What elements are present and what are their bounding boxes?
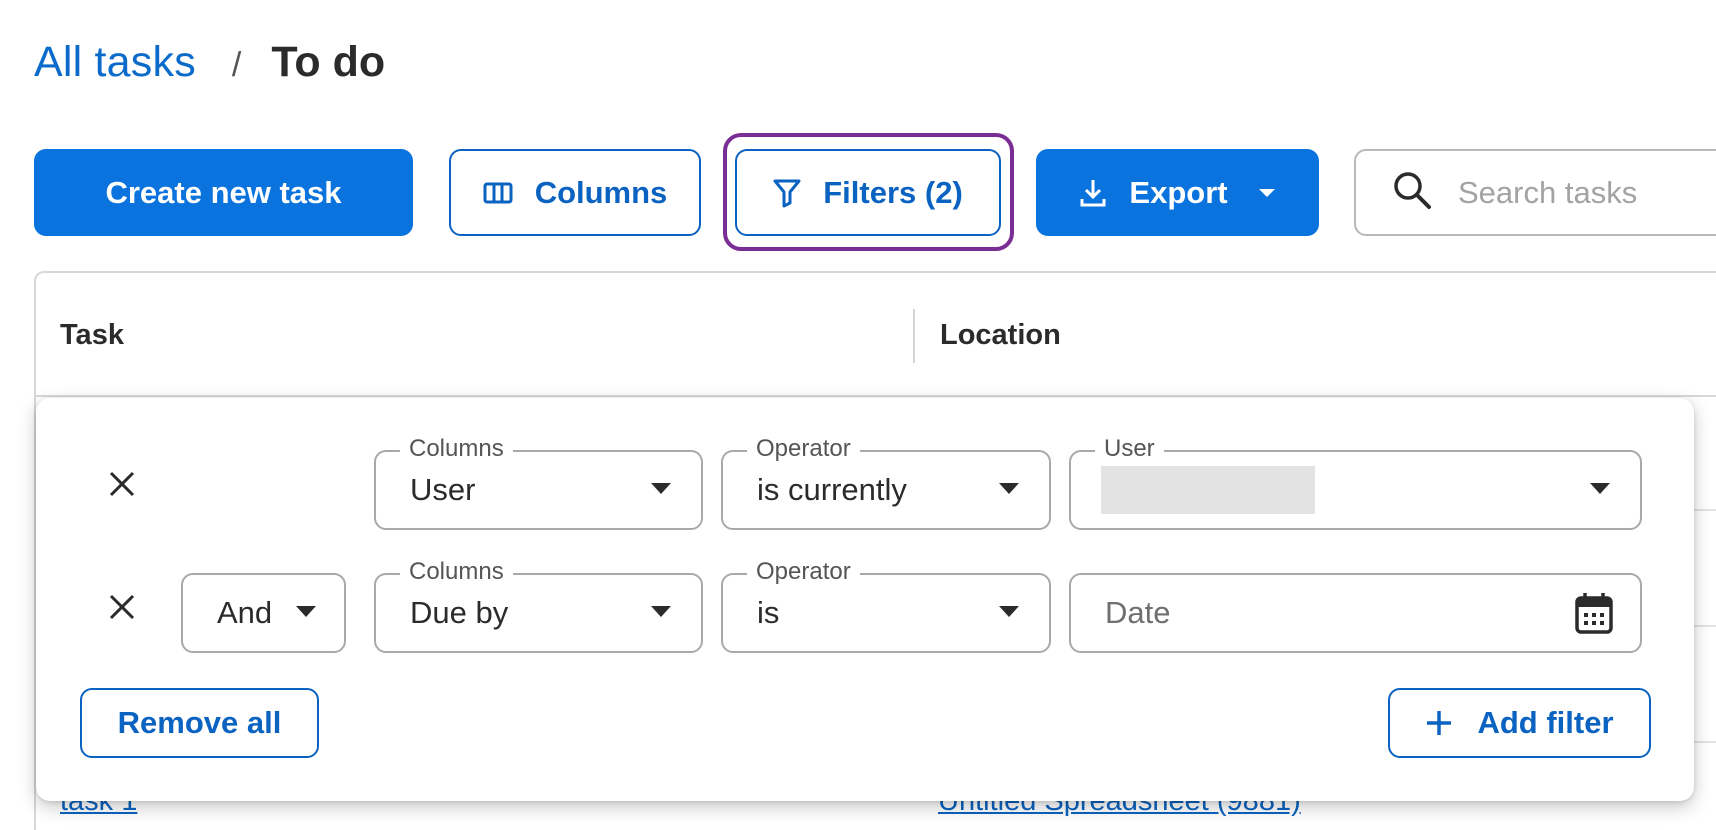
filter-operator-select[interactable]: Operator is currently bbox=[721, 434, 1051, 530]
add-filter-button[interactable]: Add filter bbox=[1388, 688, 1651, 758]
search-input[interactable] bbox=[1458, 174, 1716, 211]
redacted-user-value bbox=[1101, 466, 1315, 514]
field-value: is bbox=[757, 595, 780, 630]
create-new-task-label: Create new task bbox=[105, 174, 342, 210]
column-header-location[interactable]: Location bbox=[940, 319, 1061, 352]
remove-all-label: Remove all bbox=[117, 705, 282, 740]
export-label: Export bbox=[1129, 174, 1228, 210]
search-icon bbox=[1392, 170, 1432, 215]
breadcrumb: All tasks / To do bbox=[34, 38, 385, 87]
calendar-icon[interactable] bbox=[1574, 591, 1614, 640]
filter-column-select[interactable]: Columns Due by bbox=[374, 557, 703, 653]
dropdown-arrow-icon bbox=[651, 606, 671, 617]
add-filter-label: Add filter bbox=[1477, 705, 1614, 740]
page-title: To do bbox=[271, 38, 386, 86]
field-legend: User bbox=[1095, 434, 1164, 464]
field-legend: Columns bbox=[400, 434, 513, 464]
columns-button[interactable]: Columns bbox=[449, 149, 701, 236]
field-legend: Operator bbox=[747, 434, 860, 464]
search-box bbox=[1354, 149, 1716, 236]
task-list-page: All tasks / To do Create new task Column… bbox=[0, 0, 1716, 830]
remove-filter-button[interactable] bbox=[102, 587, 142, 627]
column-divider bbox=[913, 309, 915, 363]
dropdown-arrow-icon bbox=[999, 483, 1019, 494]
columns-label: Columns bbox=[534, 174, 668, 210]
filter-funnel-icon bbox=[773, 178, 801, 208]
close-icon bbox=[109, 594, 135, 620]
date-placeholder: Date bbox=[1105, 595, 1171, 630]
filter-column-select[interactable]: Columns User bbox=[374, 434, 703, 530]
close-icon bbox=[109, 471, 135, 497]
field-value: And bbox=[217, 595, 273, 630]
table-header: Task Location bbox=[36, 273, 1716, 397]
filter-conjunction-select[interactable]: And bbox=[181, 573, 346, 653]
field-value: Due by bbox=[410, 595, 509, 630]
dropdown-arrow-icon bbox=[999, 606, 1019, 617]
field-value: is currently bbox=[757, 472, 907, 507]
column-header-task[interactable]: Task bbox=[60, 319, 124, 352]
dropdown-arrow-icon bbox=[1590, 483, 1610, 494]
breadcrumb-separator: / bbox=[231, 46, 242, 84]
chevron-down-icon bbox=[1258, 188, 1276, 198]
filters-label: Filters (2) bbox=[823, 174, 963, 210]
dropdown-arrow-icon bbox=[296, 606, 316, 617]
columns-icon bbox=[483, 182, 513, 204]
filter-panel: Columns User Operator is currently User … bbox=[36, 398, 1694, 801]
filter-user-select[interactable]: User bbox=[1069, 434, 1642, 530]
plus-icon bbox=[1425, 709, 1453, 737]
remove-all-button[interactable]: Remove all bbox=[80, 688, 319, 758]
filter-date-input[interactable]: Date bbox=[1069, 573, 1642, 653]
filters-button[interactable]: Filters (2) bbox=[735, 149, 1001, 236]
breadcrumb-all-tasks-link[interactable]: All tasks bbox=[34, 38, 196, 87]
export-button[interactable]: Export bbox=[1036, 149, 1319, 236]
field-value: User bbox=[410, 472, 476, 507]
download-icon bbox=[1079, 178, 1107, 208]
dropdown-arrow-icon bbox=[651, 483, 671, 494]
remove-filter-button[interactable] bbox=[102, 464, 142, 504]
field-legend: Columns bbox=[400, 557, 513, 587]
field-legend: Operator bbox=[747, 557, 860, 587]
create-new-task-button[interactable]: Create new task bbox=[34, 149, 413, 236]
filter-operator-select[interactable]: Operator is bbox=[721, 557, 1051, 653]
